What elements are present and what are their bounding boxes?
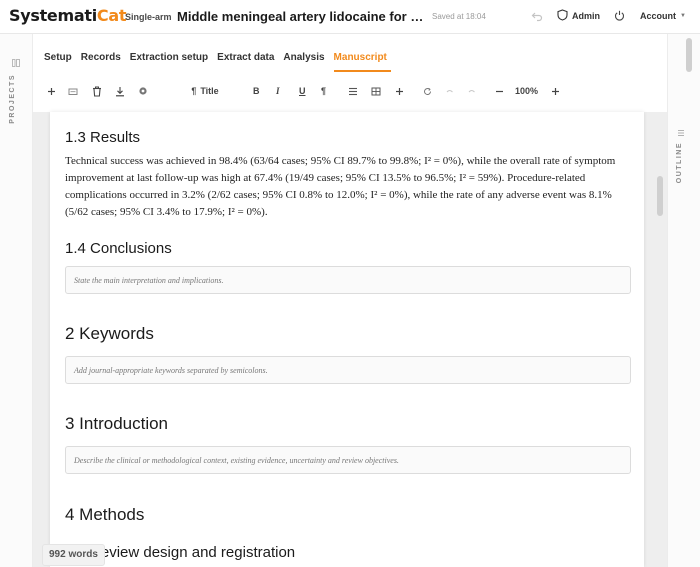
- add-icon[interactable]: [47, 84, 56, 98]
- tab-setup[interactable]: Setup: [44, 34, 76, 72]
- results-paragraph[interactable]: Technical success was achieved in 98.4% …: [65, 153, 630, 221]
- logo-text-accent: Cat: [96, 6, 127, 25]
- save-status: Saved at 18:04: [432, 12, 486, 21]
- editor-canvas: 1.3 Results Technical success was achiev…: [33, 112, 667, 567]
- introduction-heading: 3 Introduction: [65, 414, 169, 433]
- zoom-level: 100%: [515, 86, 539, 96]
- settings-icon[interactable]: [138, 84, 148, 98]
- outline-toggle-icon[interactable]: [677, 124, 685, 142]
- conclusions-heading: 1.4 Conclusions: [65, 240, 172, 257]
- italic-button[interactable]: I: [276, 84, 280, 98]
- duplicate-icon[interactable]: [68, 84, 78, 98]
- tab-extract-data[interactable]: Extract data: [217, 34, 278, 72]
- refresh-icon[interactable]: [423, 84, 432, 98]
- methods-heading: 4 Methods: [65, 505, 145, 524]
- outline-rail-label[interactable]: OUTLINE: [676, 142, 690, 183]
- bullet-list-icon[interactable]: [348, 84, 358, 98]
- sidebar-toggle-icon[interactable]: [12, 54, 20, 72]
- undo-icon[interactable]: [531, 9, 543, 27]
- tab-bar: Setup Records Extraction setup Extract d…: [33, 34, 667, 72]
- tab-extraction-setup[interactable]: Extraction setup: [130, 34, 212, 72]
- tab-records[interactable]: Records: [81, 34, 125, 72]
- editor-toolbar: ¶ Title B I U ¶ 100%: [33, 78, 667, 104]
- keywords-heading: 2 Keywords: [65, 324, 154, 343]
- pilcrow-icon: ¶: [191, 86, 197, 96]
- canvas-scrollbar[interactable]: [657, 176, 663, 216]
- projects-rail-label[interactable]: PROJECTS: [9, 74, 23, 124]
- word-count-badge: 992 words: [42, 544, 105, 566]
- trash-icon[interactable]: [92, 84, 102, 98]
- outline-sidebar: OUTLINE: [667, 34, 700, 567]
- shield-icon: [557, 9, 568, 23]
- insert-icon[interactable]: [395, 84, 404, 98]
- page-scrollbar[interactable]: [686, 38, 692, 72]
- logo-text-primary: Systemati: [9, 6, 97, 25]
- tab-manuscript[interactable]: Manuscript: [333, 34, 391, 72]
- tab-analysis[interactable]: Analysis: [283, 34, 328, 72]
- zoom-in-icon[interactable]: [551, 84, 560, 98]
- paragraph-mark-button[interactable]: ¶: [321, 84, 326, 98]
- download-icon[interactable]: [115, 84, 125, 98]
- table-icon[interactable]: [371, 84, 381, 98]
- introduction-field[interactable]: Describe the clinical or methodological …: [65, 446, 631, 474]
- bold-button[interactable]: B: [253, 84, 260, 98]
- admin-button[interactable]: Admin: [557, 7, 600, 25]
- paragraph-style-label: Title: [200, 86, 219, 96]
- review-type-badge: Single-arm: [125, 12, 172, 22]
- conclusions-field[interactable]: State the main interpretation and implic…: [65, 266, 631, 294]
- undo-edit-icon[interactable]: [445, 84, 454, 98]
- account-label: Account: [640, 11, 676, 21]
- admin-label: Admin: [572, 11, 600, 21]
- chevron-down-icon: ▼: [680, 13, 686, 19]
- main-workspace: Setup Records Extraction setup Extract d…: [33, 34, 667, 567]
- keywords-field[interactable]: Add journal-appropriate keywords separat…: [65, 356, 631, 384]
- underline-button[interactable]: U: [299, 84, 306, 98]
- paragraph-style-dropdown[interactable]: ¶ Title: [188, 84, 222, 98]
- redo-edit-icon[interactable]: [467, 84, 476, 98]
- app-logo[interactable]: SystematiCat: [9, 6, 126, 25]
- projects-sidebar: PROJECTS: [0, 34, 33, 567]
- project-title[interactable]: Middle meningeal artery lidocaine for he…: [177, 9, 425, 24]
- top-bar: SystematiCat Single-arm Middle meningeal…: [0, 0, 700, 34]
- zoom-out-icon[interactable]: [495, 84, 504, 98]
- manuscript-page[interactable]: 1.3 Results Technical success was achiev…: [50, 112, 644, 567]
- account-menu-button[interactable]: Account ▼: [640, 7, 686, 25]
- results-heading: 1.3 Results: [65, 129, 141, 146]
- power-icon[interactable]: [614, 8, 625, 26]
